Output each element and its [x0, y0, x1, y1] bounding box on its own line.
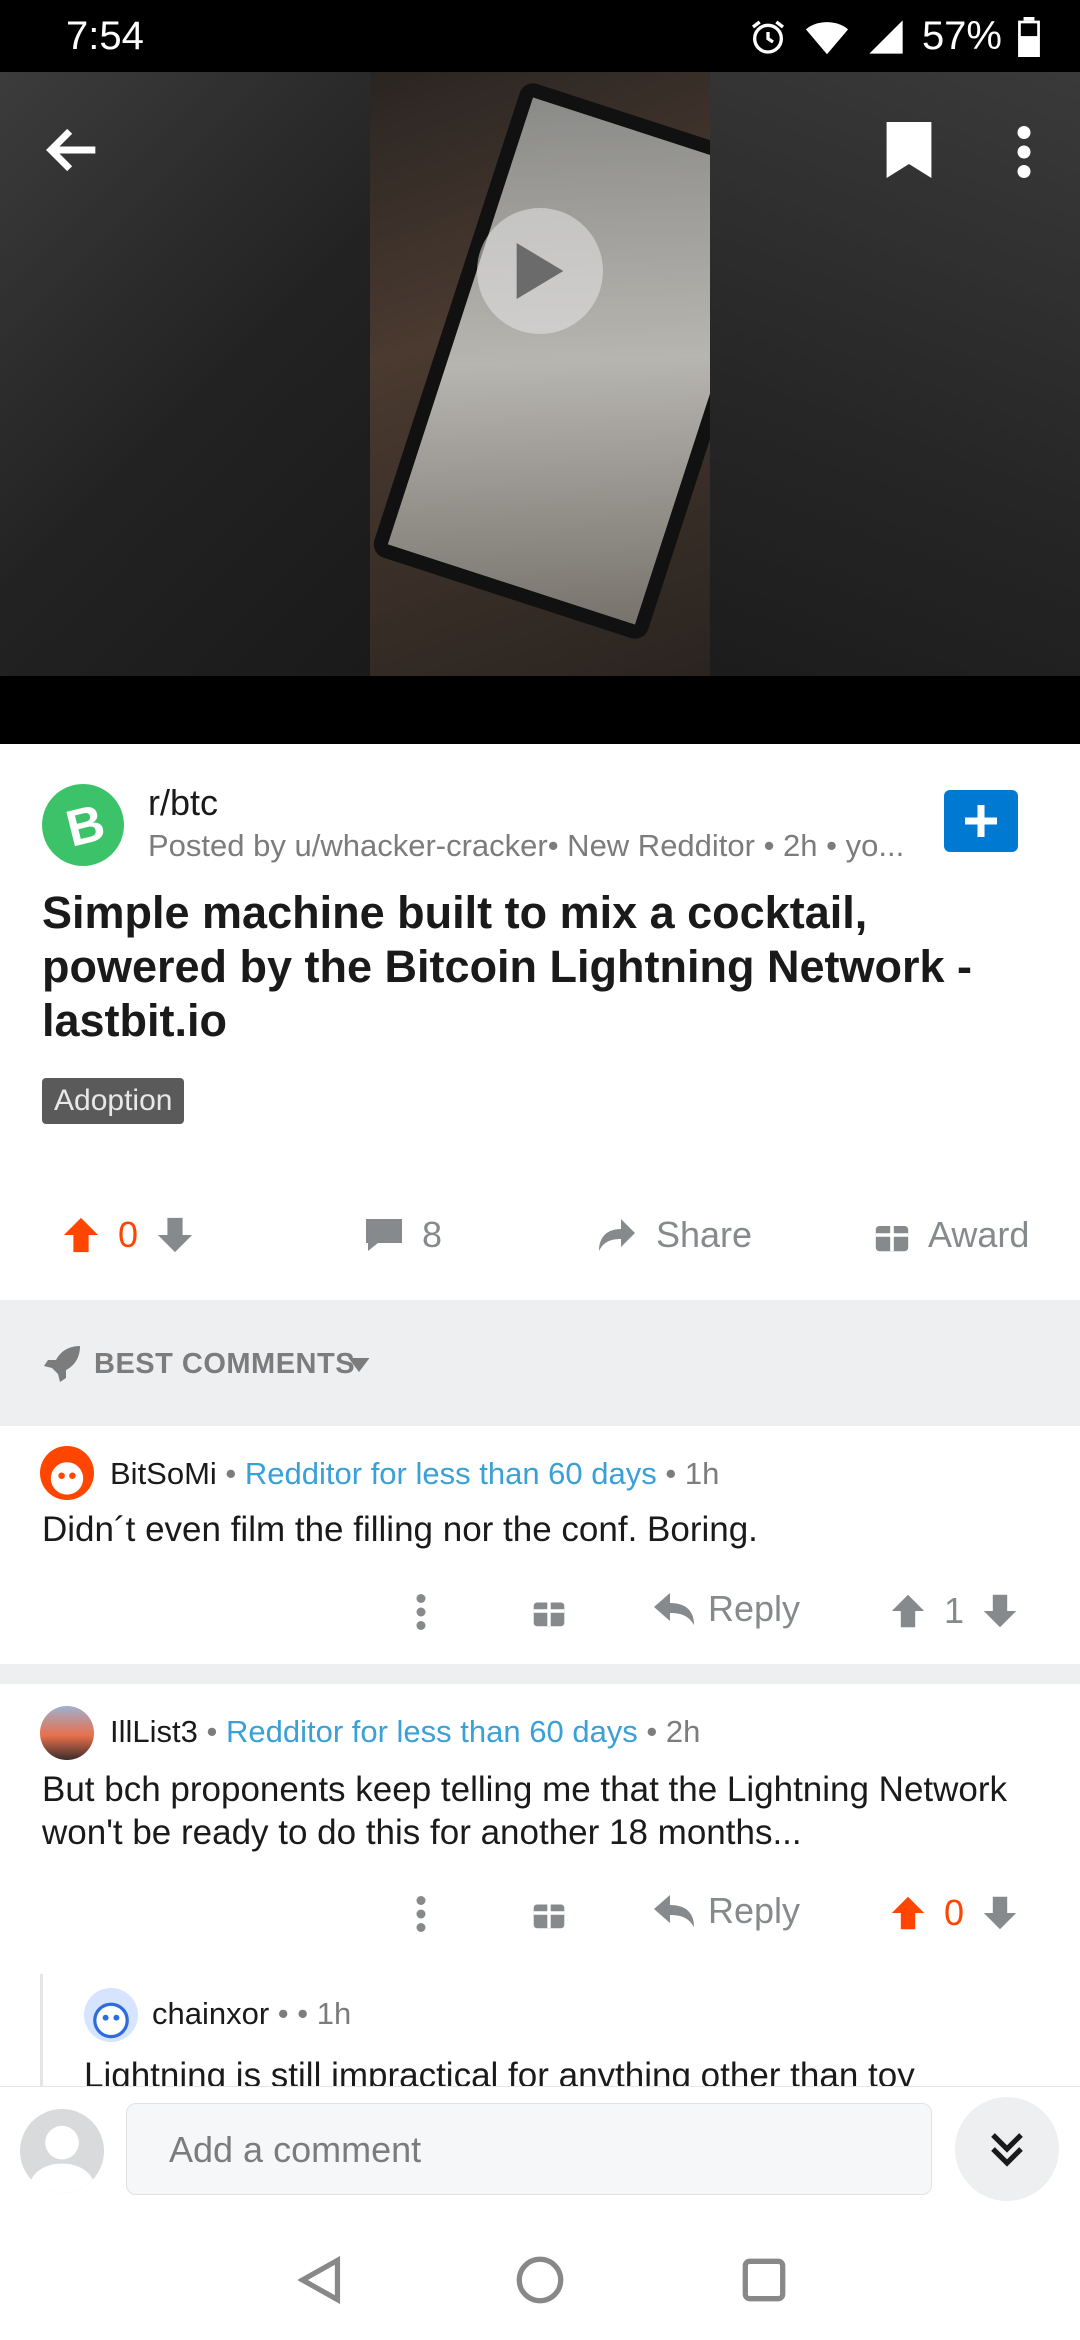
- signal-icon: [869, 19, 903, 54]
- user-placeholder-icon: [28, 2125, 96, 2193]
- gift-icon: [875, 1226, 909, 1252]
- bookmark-icon[interactable]: [886, 122, 932, 178]
- join-button[interactable]: [944, 790, 1018, 852]
- collapse-comments-button[interactable]: [955, 2097, 1059, 2201]
- snoo-avatar-icon: [93, 2002, 129, 2039]
- comment-time: 1h: [684, 1456, 720, 1491]
- comment-vote: 0: [890, 1892, 1018, 1934]
- user-avatar[interactable]: [20, 2109, 104, 2193]
- battery-icon: [1018, 16, 1040, 57]
- comment-meta: chainxor • • 1h: [152, 1996, 352, 2031]
- video-bottom-bar: [0, 676, 1080, 744]
- downvote-icon[interactable]: [982, 1592, 1018, 1630]
- plus-icon: [965, 805, 997, 837]
- more-vert-icon[interactable]: [415, 1896, 427, 1932]
- more-vert-icon[interactable]: [1012, 126, 1036, 178]
- post-flair[interactable]: Adoption: [42, 1078, 185, 1124]
- nav-recents-icon[interactable]: [742, 2258, 786, 2302]
- upvote-icon[interactable]: [890, 1894, 926, 1932]
- post-score: 0: [118, 1214, 139, 1255]
- system-nav-bar: [0, 2220, 1080, 2340]
- post-title: Simple machine built to mix a cocktail, …: [42, 887, 972, 1046]
- video-frame-center: [370, 72, 798, 676]
- double-chevron-down-icon: [991, 2133, 1023, 2167]
- reply-icon: [654, 1895, 694, 1927]
- comment: BitSoMi • Redditor for less than 60 days…: [0, 1426, 1080, 1666]
- reply-icon: [654, 1593, 694, 1625]
- comment-author[interactable]: chainxor: [152, 1996, 269, 2031]
- comment-time: 1h: [316, 1996, 352, 2031]
- subreddit-icon[interactable]: B: [42, 784, 124, 866]
- comment-sort-bar[interactable]: BEST COMMENTS: [0, 1300, 1080, 1426]
- avatar[interactable]: [40, 1446, 94, 1500]
- comment-score: 0: [944, 1892, 965, 1933]
- share-button[interactable]: Share: [596, 1214, 752, 1256]
- comment-author[interactable]: IllList3: [110, 1714, 198, 1749]
- comment-time: 2h: [665, 1714, 701, 1749]
- chevron-down-icon: [348, 1358, 370, 1372]
- play-icon: [516, 243, 564, 299]
- comment: IllList3 • Redditor for less than 60 day…: [0, 1684, 1080, 1974]
- comment-vote: 1: [890, 1590, 1018, 1632]
- reply-button[interactable]: Reply: [654, 1890, 800, 1932]
- reply-label: Reply: [708, 1890, 801, 1931]
- user-flair: Redditor for less than 60 days: [225, 1714, 638, 1749]
- svg-text:B: B: [61, 797, 111, 853]
- comment-author[interactable]: BitSoMi: [110, 1456, 217, 1491]
- post-action-bar: 0 8 Share Award: [0, 1190, 1080, 1286]
- bitcoin-icon: B: [61, 797, 111, 853]
- snoo-avatar-icon: [50, 1462, 84, 1495]
- upvote-icon[interactable]: [62, 1215, 100, 1255]
- vote-control: 0: [62, 1214, 194, 1256]
- more-vert-icon[interactable]: [415, 1594, 427, 1630]
- comment-body: Didn´t even film the filling nor the con…: [42, 1510, 758, 1549]
- comment-meta: IllList3 • Redditor for less than 60 day…: [110, 1714, 701, 1749]
- avatar[interactable]: [84, 1988, 138, 2042]
- thread-line: [40, 1974, 43, 2086]
- comment-count: 8: [422, 1214, 443, 1255]
- comment-body: But bch proponents keep telling me that …: [42, 1770, 1008, 1852]
- nav-home-icon[interactable]: [516, 2256, 564, 2304]
- user-flair: Redditor for less than 60 days: [244, 1456, 657, 1491]
- wifi-icon: [805, 21, 849, 54]
- share-label: Share: [656, 1214, 753, 1255]
- nav-back-icon[interactable]: [298, 2256, 342, 2304]
- back-arrow-icon[interactable]: [44, 126, 100, 174]
- comment-divider: [0, 1664, 1080, 1684]
- status-bar: 7:54 57%: [0, 0, 1080, 72]
- alarm-icon: [751, 20, 784, 54]
- downvote-icon[interactable]: [156, 1215, 194, 1255]
- avatar[interactable]: [40, 1706, 94, 1760]
- upvote-icon[interactable]: [890, 1592, 926, 1630]
- comment-score: 1: [944, 1590, 965, 1631]
- post-meta: Posted by u/whacker-cracker• New Reddito…: [148, 828, 905, 863]
- reply-label: Reply: [708, 1588, 801, 1629]
- comment-icon: [366, 1219, 402, 1251]
- award-button[interactable]: Award: [874, 1214, 1029, 1256]
- gift-icon[interactable]: [532, 1896, 566, 1930]
- rocket-icon: [44, 1346, 80, 1382]
- comment-input[interactable]: Add a comment: [126, 2103, 932, 2195]
- comment-meta: BitSoMi • Redditor for less than 60 days…: [110, 1456, 720, 1491]
- gift-icon[interactable]: [532, 1594, 566, 1628]
- status-time: 7:54: [66, 14, 144, 58]
- comment: chainxor • • 1h Lightning is still impra…: [0, 1974, 1080, 2086]
- downvote-icon[interactable]: [982, 1894, 1018, 1932]
- share-icon: [599, 1219, 635, 1251]
- award-label: Award: [928, 1214, 1030, 1255]
- comments-button[interactable]: 8: [364, 1214, 442, 1256]
- video-player[interactable]: [0, 72, 1080, 744]
- comment-body: Lightning is still impractical for anyth…: [84, 2056, 915, 2086]
- comment-compose-bar: Add a comment: [0, 2086, 1080, 2207]
- reply-button[interactable]: Reply: [654, 1588, 800, 1630]
- sort-label: BEST COMMENTS: [94, 1348, 356, 1380]
- play-button[interactable]: [477, 208, 603, 334]
- subreddit-name[interactable]: r/btc: [148, 782, 218, 824]
- battery-percent: 57%: [921, 14, 1002, 58]
